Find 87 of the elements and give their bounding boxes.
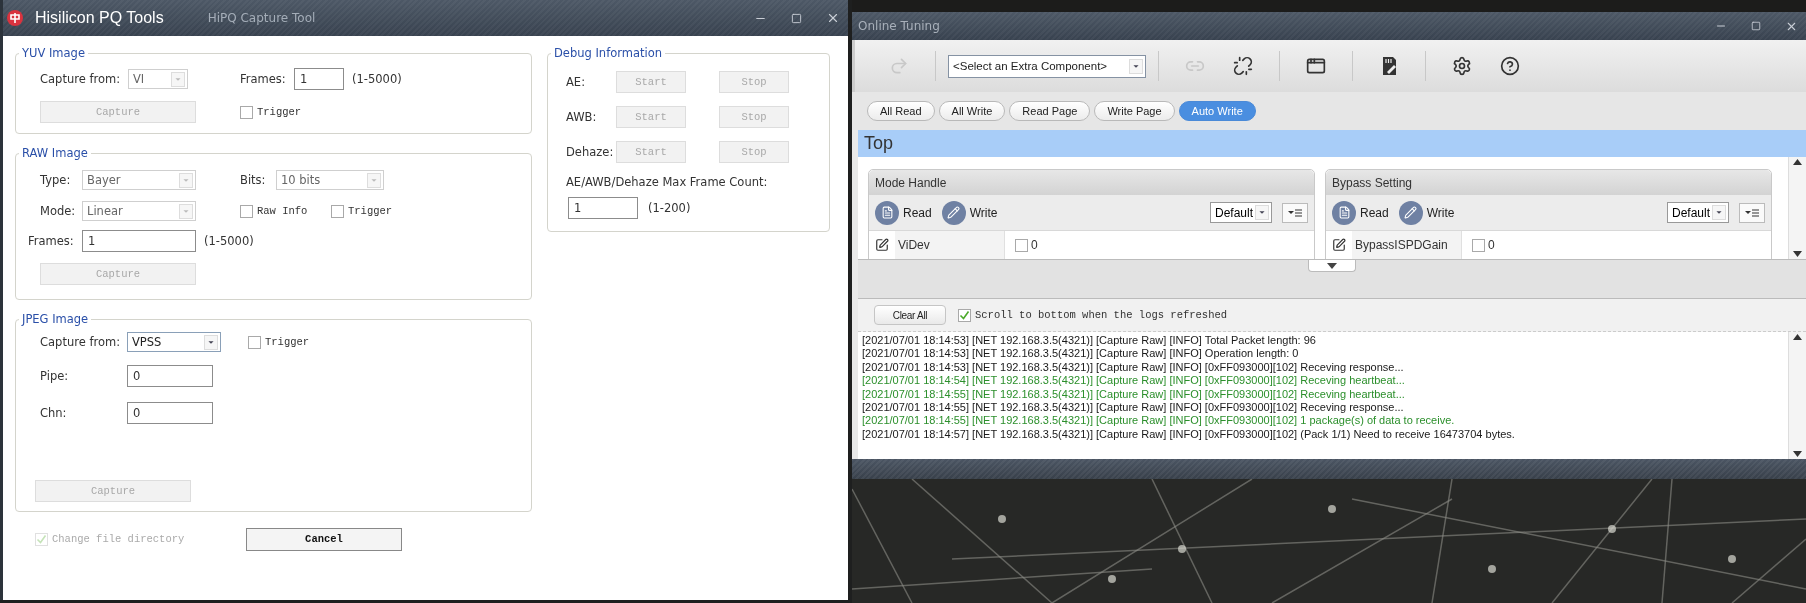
field-label: Dehaze: — [566, 144, 614, 159]
checkbox[interactable]: Trigger — [240, 105, 302, 119]
parameter-value: 0 — [1031, 238, 1038, 252]
parameter-value: 0 — [1488, 238, 1495, 252]
preset-dropdown[interactable]: Default — [1210, 202, 1272, 223]
check-icon — [959, 309, 970, 321]
write-label[interactable]: Write — [1426, 205, 1455, 220]
close-icon[interactable] — [826, 11, 840, 25]
field-label: Capture from: — [40, 335, 121, 349]
log-line: [2021/07/01 18:14:53] [NET 192.168.3.5(4321)] [Capture Raw] [INFO] [0xFF093000][102] Receving response... — [862, 360, 1405, 375]
menu-icon[interactable] — [1739, 202, 1765, 223]
field-label: AE: — [566, 74, 585, 89]
field-label: Frames: — [28, 234, 74, 248]
maximize-icon[interactable] — [791, 12, 802, 24]
panel-title: Mode Handle — [869, 170, 1314, 195]
maximize-icon[interactable] — [1751, 21, 1761, 31]
log-line: [2021/07/01 18:14:53] [NET 192.168.3.5(4321)] [Capture Raw] [INFO] Total Packet length: 96 — [862, 334, 1317, 348]
cancel-button[interactable]: Cancel — [246, 527, 402, 551]
check-icon — [36, 533, 47, 545]
scrollbar[interactable] — [1788, 332, 1806, 459]
collapse-handle[interactable] — [1308, 260, 1356, 272]
section-title: Top — [858, 130, 1806, 157]
range-hint: (1-5000) — [352, 72, 402, 86]
group-title: RAW Image — [21, 146, 89, 160]
help-icon[interactable] — [1500, 56, 1520, 76]
range-hint: (1-200) — [648, 201, 691, 215]
settings-icon[interactable] — [1452, 56, 1472, 76]
document-icon[interactable] — [1332, 200, 1356, 225]
document-icon[interactable] — [875, 200, 899, 225]
unlink-icon[interactable] — [1233, 56, 1253, 76]
checkbox[interactable]: Trigger — [248, 335, 310, 349]
log-line: [2021/07/01 18:14:55] [NET 192.168.3.5(4321)] [Capture Raw] [INFO] [0xFF093000][102] Receving heartbeat... — [862, 387, 1406, 402]
read-label[interactable]: Read — [903, 205, 932, 220]
field-label: Bits: — [240, 173, 266, 187]
range-hint: (1-5000) — [204, 234, 254, 248]
clear-all-button[interactable]: Clear All — [874, 305, 946, 325]
group-title: Debug Information — [553, 46, 664, 60]
action-button[interactable]: All Write — [938, 101, 1006, 121]
component-dropdown[interactable]: <Select an Extra Component> — [948, 54, 1146, 78]
scroll-down-icon[interactable] — [1793, 251, 1802, 257]
field-label: AWB: — [566, 109, 597, 124]
window-icon[interactable] — [1306, 56, 1326, 76]
window-title: Online Tuning — [857, 19, 941, 33]
app-title: Hisilicon PQ Tools — [35, 9, 164, 27]
preset-dropdown[interactable]: Default — [1667, 202, 1729, 223]
dropdown[interactable]: VPSS — [127, 332, 221, 352]
checkbox[interactable]: Raw Info — [240, 204, 308, 218]
parameter-name: BypassISPDGain — [1352, 231, 1462, 259]
log-line: [2021/07/01 18:14:54] [NET 192.168.3.5(4321)] [Capture Raw] [INFO] [0xFF093000][102] Receving heartbeat... — [862, 374, 1406, 388]
field-label: Pipe: — [40, 369, 69, 383]
field-label: Capture from: — [40, 72, 121, 86]
log-line: [2021/07/01 18:14:53] [NET 192.168.3.5(4321)] [Capture Raw] [INFO] Operation length: 0 — [862, 347, 1300, 361]
log-line: [2021/07/01 18:14:57] [NET 192.168.3.5(4321)] [Capture Raw] [INFO] [0xFF093000][102] (Pack 1/1) Need to receive 16473704 bytes. — [862, 427, 1516, 442]
group-title: YUV Image — [21, 46, 86, 60]
action-button[interactable]: Read Page — [1009, 101, 1091, 121]
scroll-up-icon[interactable] — [1793, 159, 1802, 165]
panel-title: Bypass Setting — [1326, 170, 1771, 195]
parameter-name: ViDev — [895, 231, 1005, 259]
frames-field[interactable]: 1 — [294, 68, 344, 90]
menu-icon[interactable] — [1282, 202, 1308, 223]
pencil-icon[interactable] — [941, 200, 966, 225]
field-label: Frames: — [240, 72, 286, 86]
scrollbar[interactable] — [1788, 157, 1806, 259]
pencil-icon[interactable] — [1398, 200, 1423, 225]
action-button[interactable]: All Read — [867, 101, 935, 121]
chn-field[interactable]: 0 — [127, 402, 213, 424]
pipe-field[interactable]: 0 — [127, 365, 213, 387]
window-title: HiPQ Capture Tool — [207, 11, 317, 25]
checkbox[interactable]: Trigger — [331, 204, 393, 218]
checkbox[interactable] — [1015, 238, 1028, 252]
read-label[interactable]: Read — [1360, 205, 1389, 220]
action-button[interactable]: Write Page — [1094, 101, 1175, 121]
field-label: Type: — [40, 173, 71, 187]
checkbox[interactable] — [1472, 238, 1485, 252]
scroll-up-icon[interactable] — [1793, 334, 1802, 340]
field-label: Chn: — [40, 406, 67, 420]
scroll-down-icon[interactable] — [1793, 451, 1802, 457]
group-title: JPEG Image — [20, 312, 90, 326]
field-label: Mode: — [40, 204, 76, 218]
frames-field[interactable]: 1 — [82, 230, 196, 252]
max-frame-field[interactable]: 1 — [568, 197, 638, 219]
checkbox[interactable]: Scroll to bottom when the logs refreshed — [958, 308, 1228, 322]
logo-icon — [7, 10, 23, 26]
field-label: AE/AWB/Dehaze Max Frame Count: — [566, 175, 768, 189]
log-line: [2021/07/01 18:14:55] [NET 192.168.3.5(4321)] [Capture Raw] [INFO] [0xFF093000][102] 1 package(s) of data to receive. — [862, 414, 1456, 428]
log-line: [2021/07/01 18:14:55] [NET 192.168.3.5(4321)] [Capture Raw] [INFO] [0xFF093000][102] Receving response... — [862, 401, 1405, 415]
write-label[interactable]: Write — [969, 205, 998, 220]
